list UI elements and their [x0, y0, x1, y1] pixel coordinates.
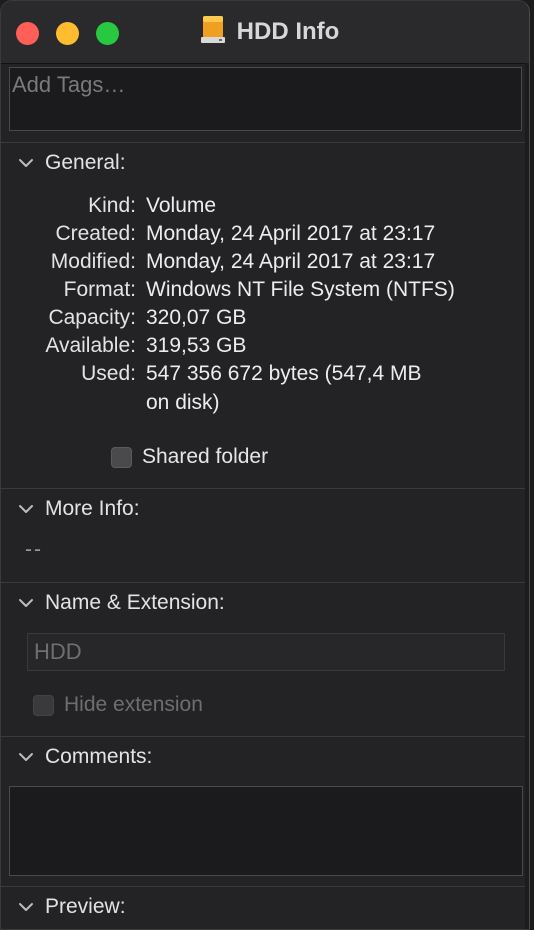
chevron-down-icon	[17, 594, 35, 612]
format-row: Format: Windows NT File System (NTFS)	[1, 278, 529, 306]
used-row: Used: 547 356 672 bytes (547,4 MB	[1, 362, 529, 390]
title-bar[interactable]: HDD Info	[1, 1, 529, 64]
shared-folder-checkbox-row[interactable]: Shared folder	[111, 445, 268, 469]
name-extension-section-header[interactable]: Name & Extension:	[17, 587, 225, 619]
preview-section-header[interactable]: Preview:	[17, 891, 126, 923]
used-value: 547 356 672 bytes (547,4 MB	[146, 362, 422, 385]
tags-input[interactable]	[10, 68, 521, 102]
modified-value: Monday, 24 April 2017 at 23:17	[146, 250, 436, 273]
scrollbar[interactable]	[525, 63, 529, 929]
name-extension-section-title: Name & Extension:	[45, 591, 225, 614]
available-row: Available: 319,53 GB	[1, 334, 529, 362]
created-value: Monday, 24 April 2017 at 23:17	[146, 222, 436, 245]
kind-value: Volume	[146, 194, 217, 217]
divider	[1, 582, 529, 583]
info-window: HDD Info General: Kind: Volume Created: …	[0, 0, 530, 930]
created-row: Created: Monday, 24 April 2017 at 23:17	[1, 222, 529, 250]
preview-section-title: Preview:	[45, 895, 126, 918]
divider	[1, 886, 529, 887]
shared-folder-label: Shared folder	[142, 445, 269, 468]
name-input[interactable]	[28, 634, 504, 670]
hide-extension-label: Hide extension	[64, 693, 203, 716]
used-label: Used:	[81, 362, 136, 385]
window-title: HDD Info	[236, 18, 340, 45]
created-label: Created:	[55, 222, 136, 245]
capacity-row: Capacity: 320,07 GB	[1, 306, 529, 334]
divider	[1, 488, 529, 489]
kind-row: Kind: Volume	[1, 194, 529, 222]
format-label: Format:	[63, 278, 136, 301]
comments-textarea[interactable]	[10, 787, 522, 875]
general-section-title: General:	[45, 151, 126, 174]
capacity-value: 320,07 GB	[146, 306, 247, 329]
more-info-value: --	[25, 538, 43, 561]
hdd-icon	[199, 15, 227, 50]
divider	[1, 142, 529, 143]
modified-label: Modified:	[50, 250, 136, 273]
available-label: Available:	[45, 334, 136, 357]
available-value: 319,53 GB	[146, 334, 247, 357]
more-info-section-title: More Info:	[45, 497, 140, 520]
kind-label: Kind:	[88, 194, 136, 217]
shared-folder-checkbox[interactable]	[111, 446, 132, 468]
hide-extension-checkbox[interactable]	[33, 694, 54, 716]
chevron-down-icon	[17, 898, 35, 916]
capacity-label: Capacity:	[48, 306, 136, 329]
used-row-continued: on disk)	[1, 391, 529, 419]
hide-extension-checkbox-row[interactable]: Hide extension	[33, 693, 203, 717]
comments-section-header[interactable]: Comments:	[17, 741, 152, 773]
window-title-group: HDD Info	[1, 15, 529, 49]
more-info-section-header[interactable]: More Info:	[17, 493, 140, 525]
divider	[1, 736, 529, 737]
tags-field[interactable]	[9, 67, 522, 131]
comments-section-title: Comments:	[45, 745, 153, 768]
modified-row: Modified: Monday, 24 April 2017 at 23:17	[1, 250, 529, 278]
general-section-header[interactable]: General:	[17, 147, 126, 179]
chevron-down-icon	[17, 154, 35, 172]
used-value-line2: on disk)	[146, 391, 220, 414]
chevron-down-icon	[17, 500, 35, 518]
format-value: Windows NT File System (NTFS)	[146, 278, 455, 301]
comments-field[interactable]	[9, 786, 523, 876]
chevron-down-icon	[17, 748, 35, 766]
name-field[interactable]	[27, 633, 505, 671]
